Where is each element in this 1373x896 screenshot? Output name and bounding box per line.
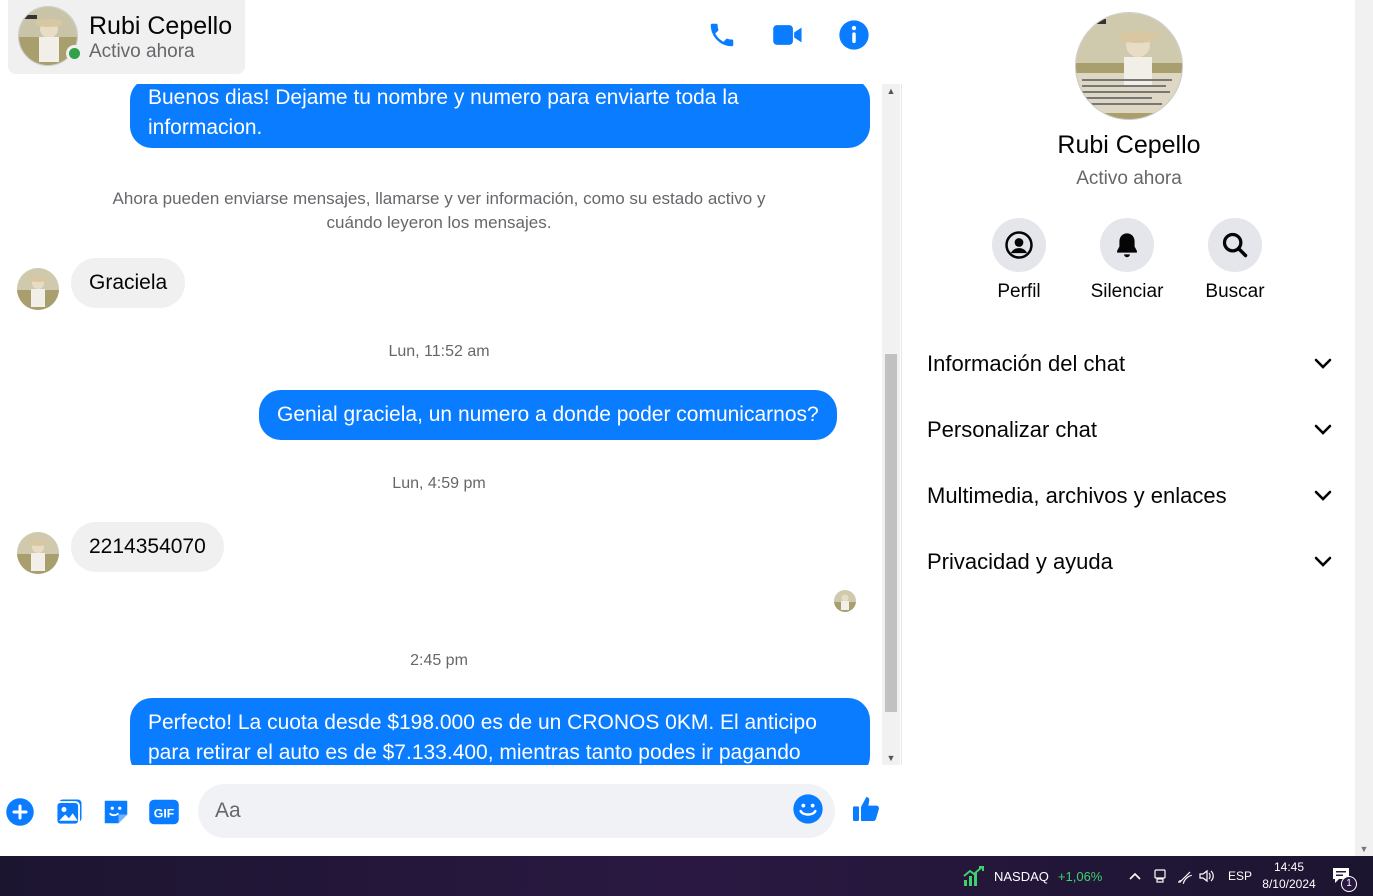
emoji-button[interactable] [792, 793, 824, 825]
bell-icon [1117, 233, 1137, 258]
chevron-down-icon [1311, 352, 1335, 376]
chevron-up-icon [1129, 872, 1141, 880]
profile-button[interactable]: Perfil [974, 218, 1064, 303]
chevron-down-icon [1311, 418, 1335, 442]
section-customize-chat[interactable]: Personalizar chat [915, 404, 1335, 456]
info-icon [839, 20, 869, 50]
message-outgoing[interactable]: Perfecto! La cuota desde $198.000 es de … [130, 698, 870, 765]
svg-text:GIF: GIF [154, 807, 175, 821]
call-button[interactable] [704, 17, 740, 53]
input-language-button[interactable]: ESP [1228, 856, 1252, 896]
contact-chip[interactable]: Rubi Cepello Activo ahora [8, 0, 245, 74]
volume-button[interactable] [1198, 856, 1216, 896]
wifi-icon [1178, 871, 1192, 884]
plus-circle-icon [6, 798, 34, 826]
conversation-info-pane: Rubi Cepello Activo ahora Perfil Silenci… [903, 0, 1355, 856]
message-incoming[interactable]: 2214354070 [71, 522, 224, 572]
show-hidden-icons-button[interactable] [1128, 856, 1142, 896]
attach-photo-button[interactable] [53, 796, 85, 828]
sender-avatar[interactable] [17, 532, 59, 574]
info-contact-status: Activo ahora [1076, 168, 1182, 189]
system-notice: Ahora pueden enviarse mensajes, llamarse… [112, 189, 766, 232]
search-conversation-button[interactable]: Buscar [1190, 218, 1280, 303]
stock-chart-icon [963, 866, 984, 886]
sticker-icon [104, 800, 128, 824]
mute-label: Silenciar [1090, 281, 1164, 302]
notification-center-button[interactable]: 1 [1331, 856, 1357, 896]
conversation-info-button[interactable] [836, 17, 872, 53]
thumbs-up-icon [853, 797, 879, 821]
scroll-up-arrow-icon[interactable]: ▲ [882, 84, 900, 98]
webcam-icon [1154, 869, 1166, 883]
section-label: Multimedia, archivos y enlaces [927, 483, 1227, 508]
message-timestamp: Lun, 11:52 am [388, 343, 490, 360]
page-scrollbar[interactable]: ▼ [1355, 0, 1373, 856]
more-actions-button[interactable] [4, 796, 36, 828]
ticker-change: +1,06% [1057, 868, 1103, 884]
phone-icon [710, 23, 734, 47]
smiley-icon [793, 794, 823, 824]
message-composer: GIF [0, 765, 902, 856]
chevron-down-icon [1311, 484, 1335, 508]
gif-icon: GIF [149, 799, 179, 825]
profile-icon [1005, 231, 1033, 259]
search-icon [1222, 232, 1248, 258]
section-label: Privacidad y ayuda [927, 549, 1113, 574]
message-scrollbar[interactable]: ▲ ▼ [882, 84, 900, 765]
stock-ticker-widget[interactable]: NASDAQ +1,06% [962, 856, 1102, 896]
video-call-button[interactable] [770, 17, 806, 53]
photo-gallery-icon [55, 799, 82, 826]
message-outgoing[interactable]: Buenos dias! Dejame tu nombre y numero p… [130, 84, 870, 148]
contact-status: Activo ahora [89, 41, 195, 62]
chevron-down-icon [1311, 550, 1335, 574]
search-label: Buscar [1205, 281, 1265, 302]
clock-date: 8/10/2024 [1262, 877, 1316, 891]
notification-count-badge: 1 [1341, 876, 1357, 892]
online-status-dot [66, 45, 83, 62]
read-receipt-avatar [834, 590, 856, 612]
info-contact-name: Rubi Cepello [1057, 131, 1201, 159]
info-avatar[interactable] [1075, 12, 1183, 120]
scroll-down-arrow-icon[interactable]: ▼ [882, 751, 900, 765]
sender-avatar[interactable] [17, 268, 59, 310]
sticker-button[interactable] [100, 796, 132, 828]
mute-button[interactable]: Silenciar [1082, 218, 1172, 303]
clock-button[interactable]: 14:45 8/10/2024 [1256, 859, 1322, 893]
message-incoming[interactable]: Graciela [71, 258, 186, 308]
network-button[interactable] [1176, 856, 1192, 896]
message-input[interactable] [198, 784, 835, 838]
section-label: Personalizar chat [927, 417, 1097, 442]
message-timestamp: 2:45 pm [410, 652, 468, 669]
message-outgoing[interactable]: Genial graciela, un numero a donde poder… [259, 390, 837, 440]
chat-pane: Rubi Cepello Activo ahora Buenos dias! D… [0, 0, 902, 856]
section-media-files-links[interactable]: Multimedia, archivos y enlaces [915, 470, 1335, 522]
chat-header: Rubi Cepello Activo ahora [0, 0, 902, 84]
speaker-icon [1199, 869, 1214, 883]
send-like-button[interactable] [851, 793, 883, 825]
section-chat-info[interactable]: Información del chat [915, 338, 1335, 390]
scroll-thumb[interactable] [885, 354, 897, 712]
section-privacy-help[interactable]: Privacidad y ayuda [915, 536, 1335, 588]
section-label: Información del chat [927, 351, 1126, 376]
windows-taskbar: NASDAQ +1,06% ESP 14:45 8/10/2024 1 [0, 856, 1373, 896]
gif-button[interactable]: GIF [148, 796, 180, 828]
message-timestamp: Lun, 4:59 pm [392, 475, 486, 492]
profile-label: Perfil [997, 281, 1041, 302]
page-scroll-down-arrow-icon[interactable]: ▼ [1355, 842, 1373, 856]
contact-name[interactable]: Rubi Cepello [89, 12, 232, 41]
message-list[interactable]: Buenos dias! Dejame tu nombre y numero p… [0, 84, 882, 765]
video-camera-icon [773, 25, 802, 45]
ticker-name: NASDAQ [994, 868, 1049, 884]
meet-now-button[interactable] [1152, 856, 1168, 896]
clock-time: 14:45 [1273, 860, 1305, 874]
